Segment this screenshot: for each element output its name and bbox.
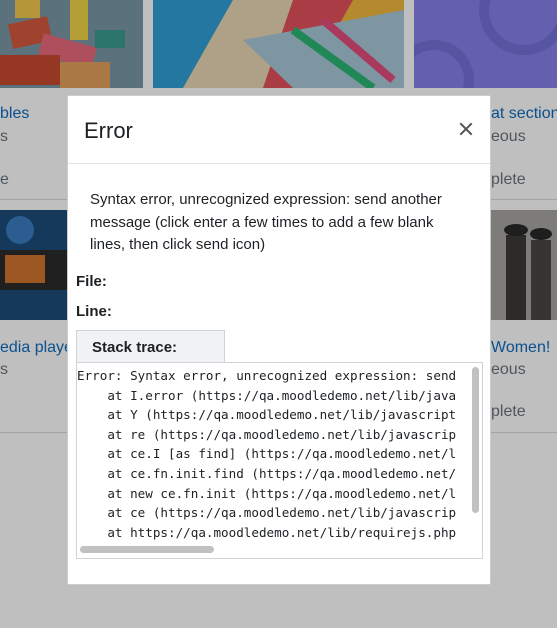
dialog-title: Error: [84, 118, 133, 143]
line-label: Line:: [76, 303, 112, 320]
file-label: File:: [76, 273, 107, 290]
stack-trace-label: Stack trace:: [92, 339, 178, 356]
dialog-header: Error: [68, 96, 490, 164]
vertical-scrollbar[interactable]: [472, 367, 479, 513]
stack-trace-toggle[interactable]: Stack trace:: [76, 330, 225, 362]
error-dialog: Error Syntax error, unrecognized express…: [67, 95, 491, 585]
close-button[interactable]: [456, 119, 476, 139]
stack-trace-box[interactable]: Error: Syntax error, unrecognized expres…: [76, 362, 483, 559]
close-icon: [459, 122, 473, 136]
stack-trace-text: Error: Syntax error, unrecognized expres…: [77, 368, 457, 558]
horizontal-scrollbar[interactable]: [80, 546, 214, 553]
error-message: Syntax error, unrecognized expression: s…: [90, 191, 442, 253]
